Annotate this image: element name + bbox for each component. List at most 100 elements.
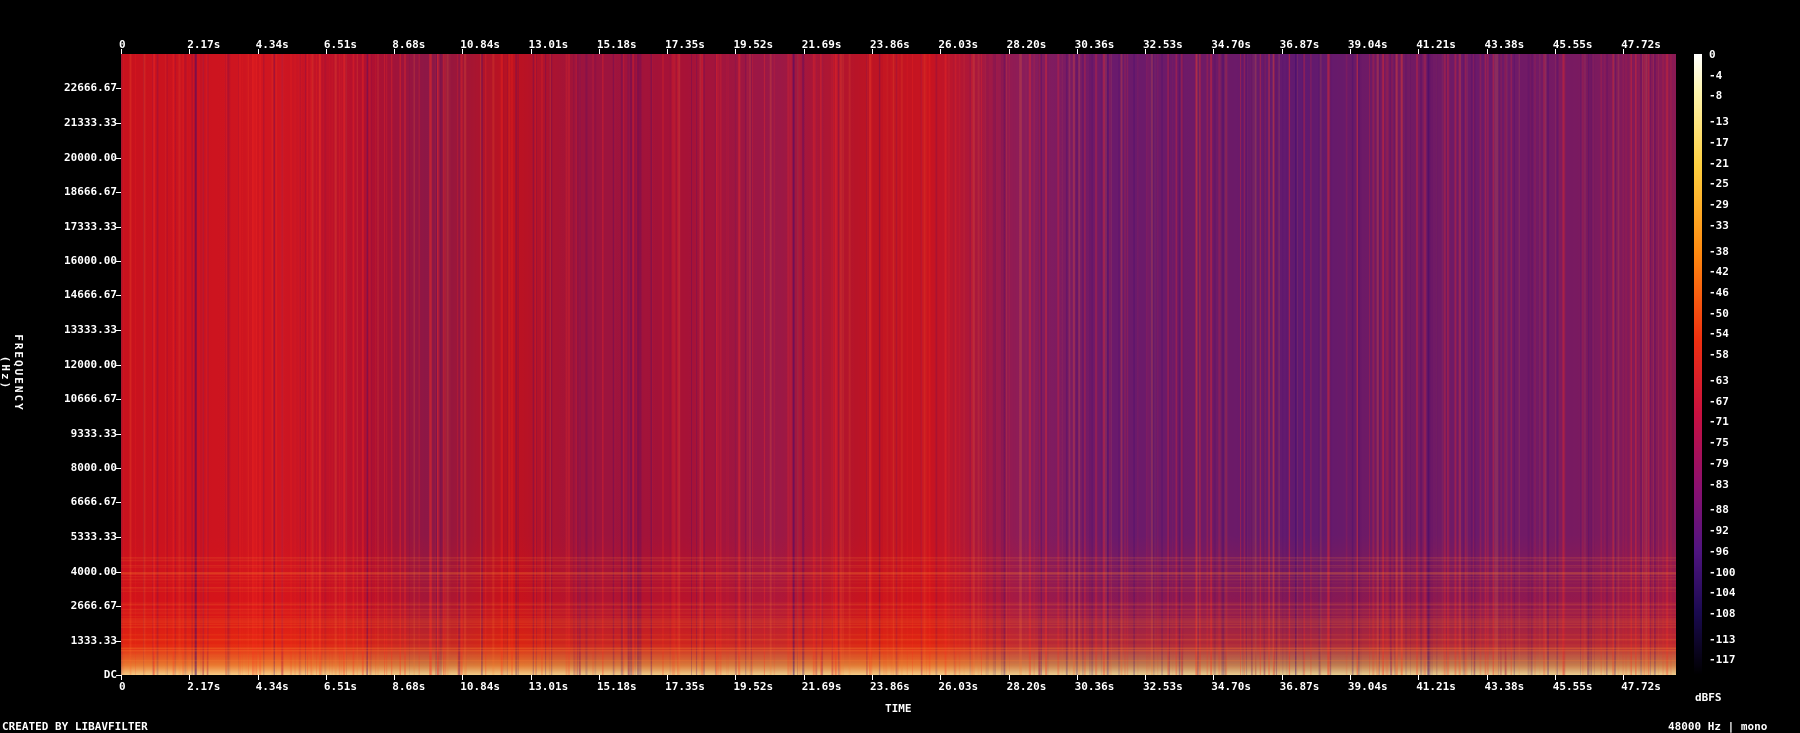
spectrogram-streak [1243,54,1245,675]
spectrogram-streak [1038,54,1041,675]
x-tick-label-bottom: 28.20s [1006,680,1047,693]
spectrogram-streak [1544,54,1547,675]
spectrogram-streak [121,54,122,675]
spectrogram-streak [1479,54,1482,675]
spectrogram-streak [994,54,996,675]
spectrogram-streak [1649,54,1651,675]
spectrogram-streak [568,54,570,675]
y-tick-label: 4000.00 [70,564,117,578]
spectrogram-streak [565,54,568,675]
spectrogram-streak [1506,54,1508,675]
spectrogram-streak [1400,54,1403,675]
spectrogram-streak [674,54,676,675]
spectrogram-streak [511,54,513,675]
spectrogram-streak [831,54,834,675]
spectrogram-streak [1423,54,1427,675]
spectrogram-streak [1422,54,1424,675]
y-tick-label: 5333.33 [70,530,117,543]
spectrogram-streak [1282,54,1284,675]
spectrogram-streak [305,54,306,675]
spectrogram-streak [1297,54,1298,675]
spectrogram-streak [1670,54,1672,675]
spectrogram-streak [443,54,444,675]
spectrogram-streak [143,54,145,675]
spectrogram-streak [418,54,420,675]
spectrogram-streak [535,54,537,675]
spectrogram-streak [1513,54,1515,675]
spectrogram-streak [1356,54,1358,675]
spectrogram-streak [356,54,358,675]
y-tick-label: 8000.00 [70,461,117,474]
spectrogram-streak [504,54,506,675]
spectrogram-streak [833,54,835,675]
spectrogram-streak [1285,54,1288,675]
colorbar-tick-label: -46 [1709,286,1729,300]
spectrogram-streak [384,54,386,675]
spectrogram-streak [985,54,987,675]
spectrogram-band [121,573,1676,575]
colorbar-tick-label: -21 [1709,156,1729,170]
spectrogram-streak [1100,54,1103,675]
spectrogram-streak [871,54,873,675]
spectrogram-streak [928,54,931,675]
x-tick-label-top: 10.84s [460,38,500,51]
spectrogram-streak [728,54,729,675]
spectrogram-streak [1462,54,1465,675]
spectrogram-streak [226,54,229,675]
spectrogram-streak [1025,54,1027,675]
spectrogram-streak [1220,54,1222,675]
spectrogram-streak [1405,54,1408,675]
x-tick-label-bottom: 8.68s [392,680,426,693]
spectrogram-streak [963,54,965,675]
spectrogram-streak [1246,54,1248,675]
spectrogram-streak [720,54,722,675]
spectrogram-streak [172,54,175,675]
spectrogram-streak [842,54,844,675]
x-tick-label-bottom: 0 [119,680,126,693]
colorbar-tick-label: -100 [1709,565,1736,579]
spectrogram-streak [1082,54,1084,675]
spectrogram-streak [866,54,868,675]
spectrogram-streak [123,54,125,675]
spectrogram-streak [699,54,702,675]
spectrogram-streak [1386,54,1389,675]
spectrogram-streak [838,54,841,675]
spectrogram-streak [972,54,975,675]
x-tick-label-top: 45.55s [1552,38,1593,51]
spectrogram-streak [885,54,887,675]
spectrogram-streak [178,54,181,675]
spectrogram-streak [1068,54,1071,675]
spectrogram-streak [988,54,989,675]
spectrogram-streak [1416,54,1419,675]
spectrogram-band [121,650,1676,652]
spectrogram-streak [792,54,795,675]
spectrogram-band [121,660,1676,662]
spectrogram-streak [639,54,642,675]
spectrogram-band [121,668,1676,670]
spectrogram-streak [878,54,881,675]
spectrogram-streak [1473,54,1476,675]
x-tick-label-top: 8.68s [392,38,426,51]
x-tick-label-bottom: 4.34s [255,680,289,693]
spectrogram-streak [1218,54,1221,675]
spectrogram-streak [1382,54,1385,675]
spectrogram-band [121,576,1676,578]
spectrogram-streak [936,54,938,675]
colorbar-tick-label: -63 [1709,374,1729,388]
spectrogram-streak [1643,54,1645,675]
x-tick-label-bottom: 41.21s [1416,680,1456,693]
spectrogram-streak [438,54,440,675]
spectrogram-streak [1635,54,1637,675]
y-tick-label: 12000.00 [64,357,117,371]
spectrogram-streak [506,54,508,675]
colorbar-tick-label: -88 [1709,503,1729,517]
colorbar-tick-label: -17 [1709,135,1729,149]
x-tick-label-bottom: 21.69s [801,680,842,693]
colorbar [1694,54,1702,675]
spectrogram-streak [1065,54,1068,675]
spectrogram-streak [1629,54,1631,675]
spectrogram-streak [1613,54,1616,675]
spectrogram-streak [1378,54,1380,675]
spectrogram-streak [677,54,679,675]
spectrogram-streak [331,54,333,675]
